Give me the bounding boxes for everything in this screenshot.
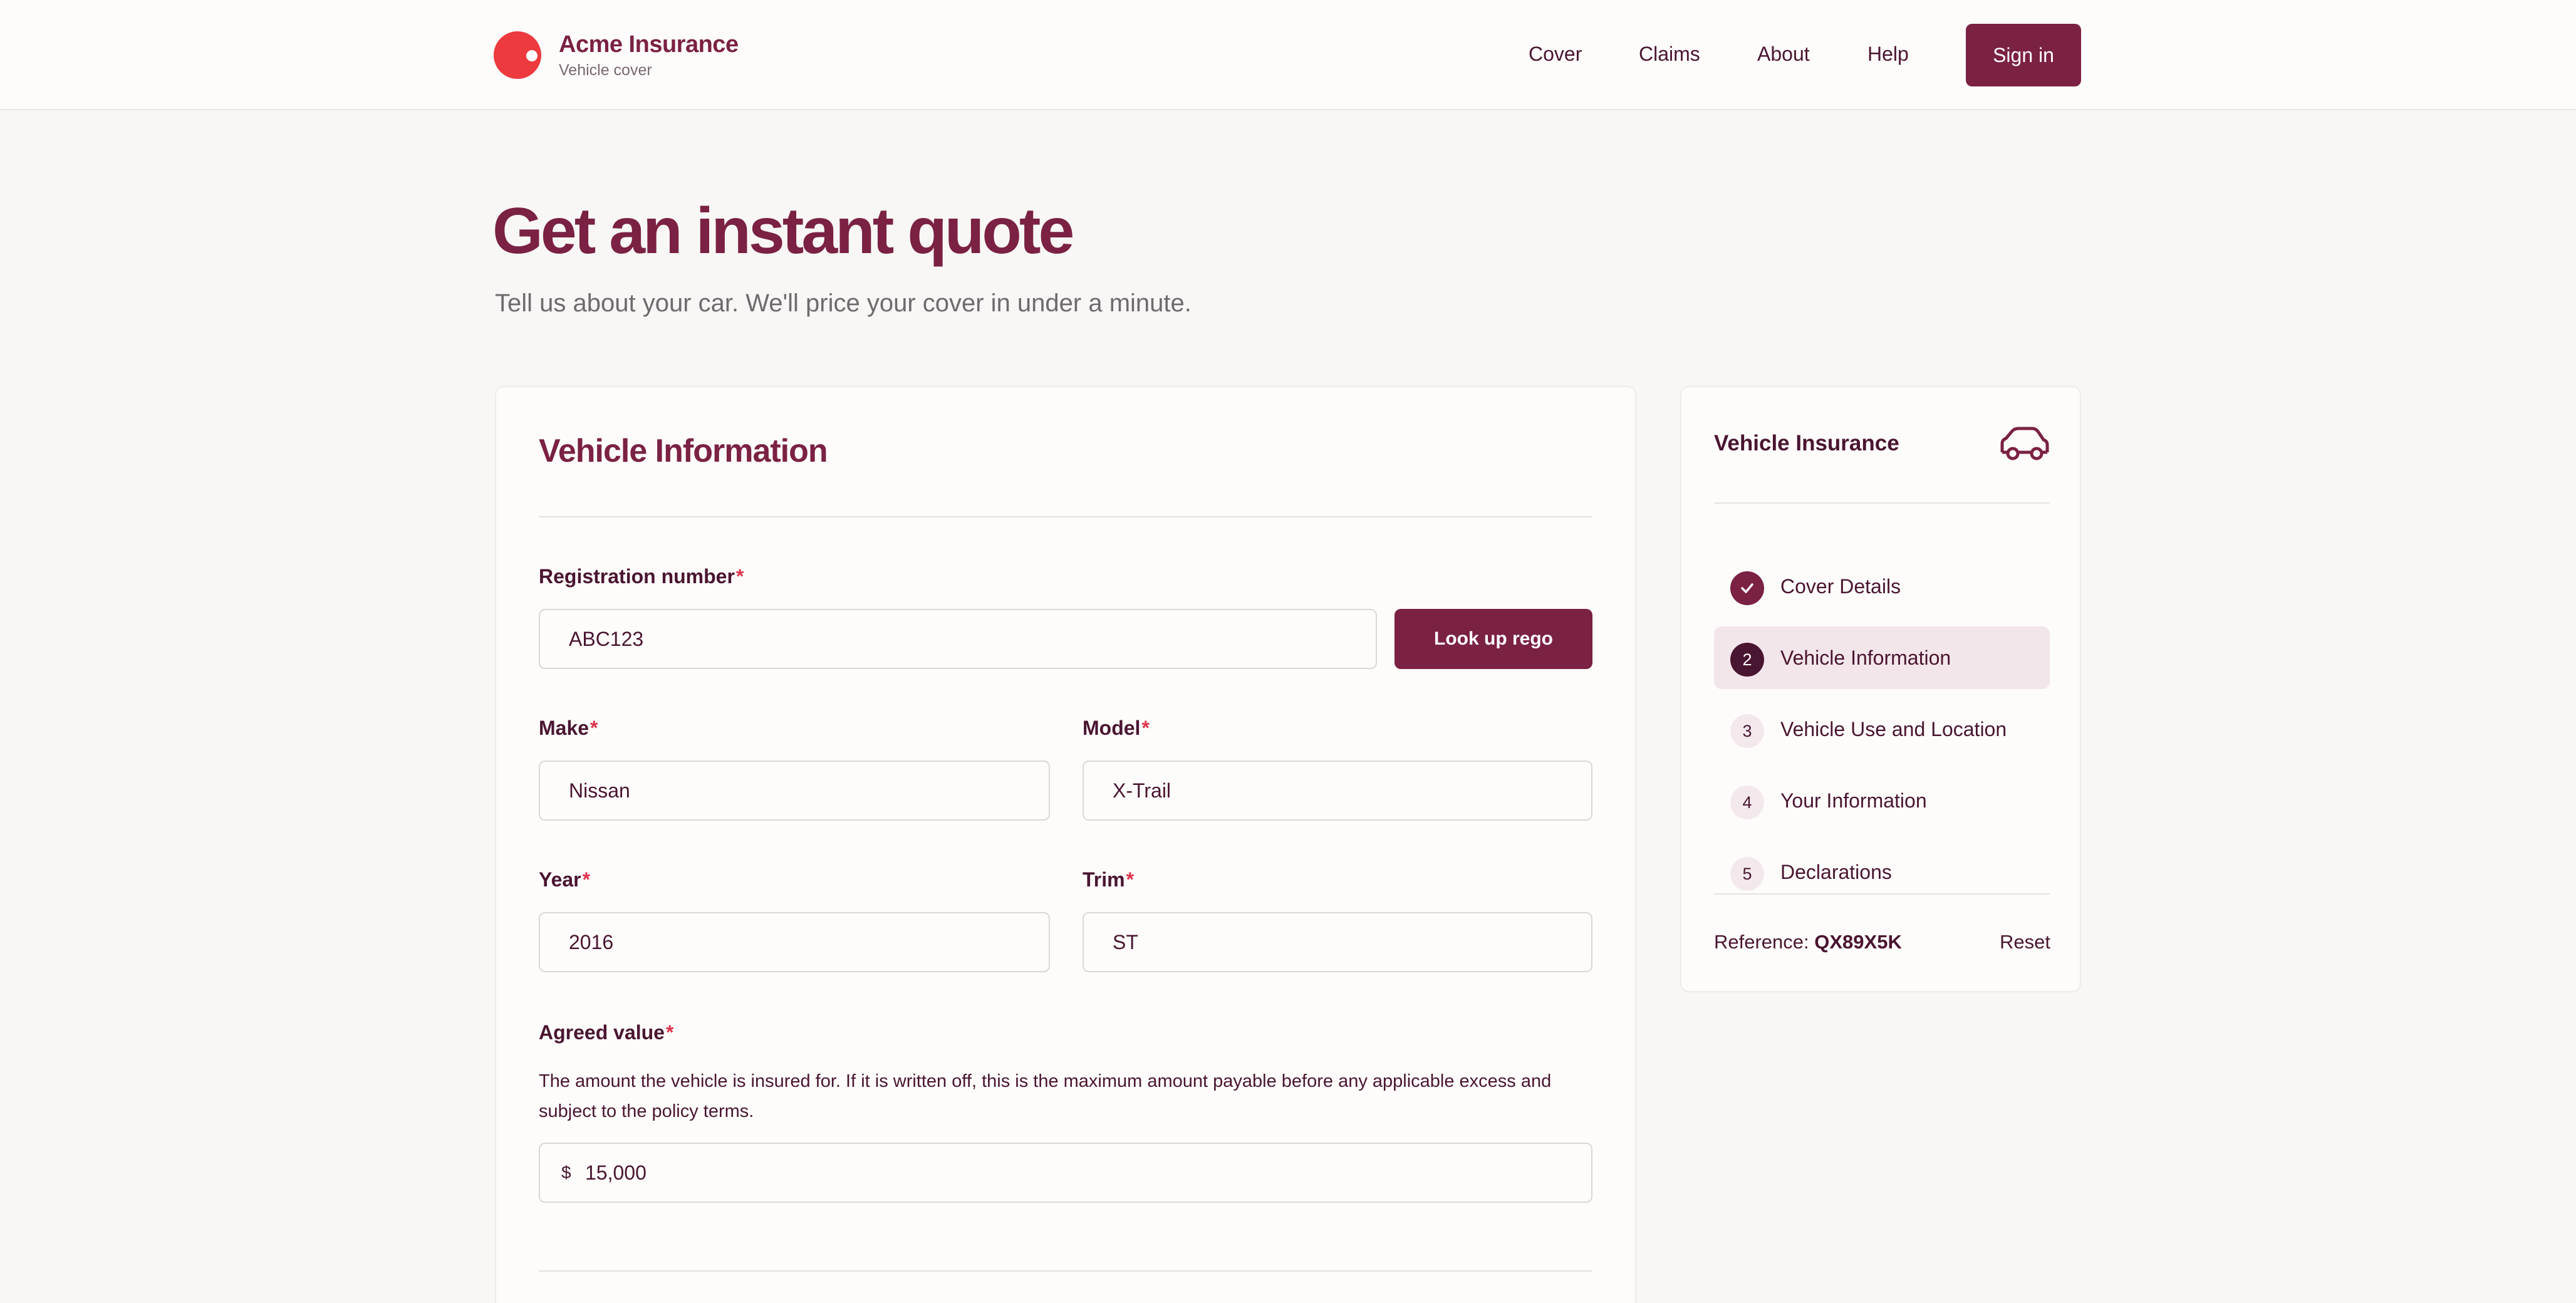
reference-value: QX89X5K <box>1814 931 1902 953</box>
check-icon <box>1730 571 1764 605</box>
make-input[interactable] <box>539 761 1050 821</box>
registration-input[interactable] <box>539 609 1377 669</box>
vehicle-information-form: Vehicle Information Registration number*… <box>495 386 1636 1303</box>
model-input[interactable] <box>1083 761 1592 821</box>
registration-label-text: Registration number <box>539 565 735 588</box>
year-label: Year* <box>539 868 590 891</box>
agreed-value-help-text: The amount the vehicle is insured for. I… <box>539 1071 1552 1121</box>
required-mark: * <box>1141 717 1150 739</box>
required-mark: * <box>590 717 598 739</box>
step-label: Your Information <box>1780 789 1927 812</box>
required-mark: * <box>1126 868 1135 891</box>
page-title: Get an instant quote <box>492 195 1074 267</box>
sign-in-button[interactable]: Sign in <box>1966 24 2081 86</box>
step-number: 3 <box>1730 714 1764 748</box>
agreed-value-label-text: Agreed value <box>539 1021 665 1044</box>
nav-link-about[interactable]: About <box>1757 43 1810 66</box>
year-label-text: Year <box>539 868 581 891</box>
nav-link-help[interactable]: Help <box>1867 43 1909 66</box>
step-label: Vehicle Use and Location <box>1780 718 2007 740</box>
sidebar-divider <box>1714 502 2050 504</box>
reset-link[interactable]: Reset <box>2000 931 2050 953</box>
trim-label-text: Trim <box>1083 868 1125 891</box>
make-label: Make* <box>539 717 598 740</box>
section-divider <box>539 516 1592 517</box>
section-divider-bottom <box>539 1270 1592 1272</box>
sidebar-title: Vehicle Insurance <box>1714 431 1899 455</box>
step-number: 5 <box>1730 857 1764 891</box>
model-label: Model* <box>1083 717 1150 740</box>
step-vehicle-use-and-location[interactable]: 3 Vehicle Use and Location <box>1714 698 2050 761</box>
trim-input[interactable] <box>1083 912 1592 972</box>
page-subtitle: Tell us about your car. We'll price your… <box>495 289 1192 317</box>
step-label: Cover Details <box>1780 575 1901 598</box>
progress-sidebar: Vehicle Insurance Cover Details 2 Vehicl… <box>1680 386 2081 992</box>
required-mark: * <box>665 1021 674 1044</box>
brand-name: Acme Insurance <box>559 31 739 58</box>
top-nav-bar: Acme Insurance Vehicle cover Cover Claim… <box>0 0 2576 110</box>
reference: Reference: QX89X5K <box>1714 931 1902 953</box>
registration-label: Registration number* <box>539 565 744 588</box>
required-mark: * <box>735 565 744 588</box>
step-cover-details[interactable]: Cover Details <box>1714 555 2050 618</box>
look-up-rego-button[interactable]: Look up rego <box>1394 609 1592 669</box>
agreed-value-input[interactable] <box>539 1143 1592 1203</box>
step-number: 4 <box>1730 786 1764 819</box>
step-label: Vehicle Information <box>1780 646 1951 669</box>
model-label-text: Model <box>1083 717 1141 739</box>
section-title: Vehicle Information <box>539 433 828 469</box>
agreed-value-label: Agreed value* <box>539 1021 673 1044</box>
currency-prefix: $ <box>561 1163 571 1182</box>
make-label-text: Make <box>539 717 589 739</box>
required-mark: * <box>582 868 591 891</box>
nav-link-cover[interactable]: Cover <box>1529 43 1582 66</box>
trim-label: Trim* <box>1083 868 1134 891</box>
logo-icon <box>494 31 541 79</box>
step-label: Declarations <box>1780 861 1892 883</box>
car-icon <box>2000 427 2049 460</box>
sidebar-divider-bottom <box>1714 893 2050 895</box>
step-vehicle-information[interactable]: 2 Vehicle Information <box>1714 626 2050 689</box>
reference-label: Reference: <box>1714 931 1809 953</box>
step-your-information[interactable]: 4 Your Information <box>1714 769 2050 832</box>
brand-subtitle: Vehicle cover <box>559 61 652 79</box>
nav-link-claims[interactable]: Claims <box>1639 43 1700 66</box>
step-number: 2 <box>1730 643 1764 677</box>
year-input[interactable] <box>539 912 1050 972</box>
